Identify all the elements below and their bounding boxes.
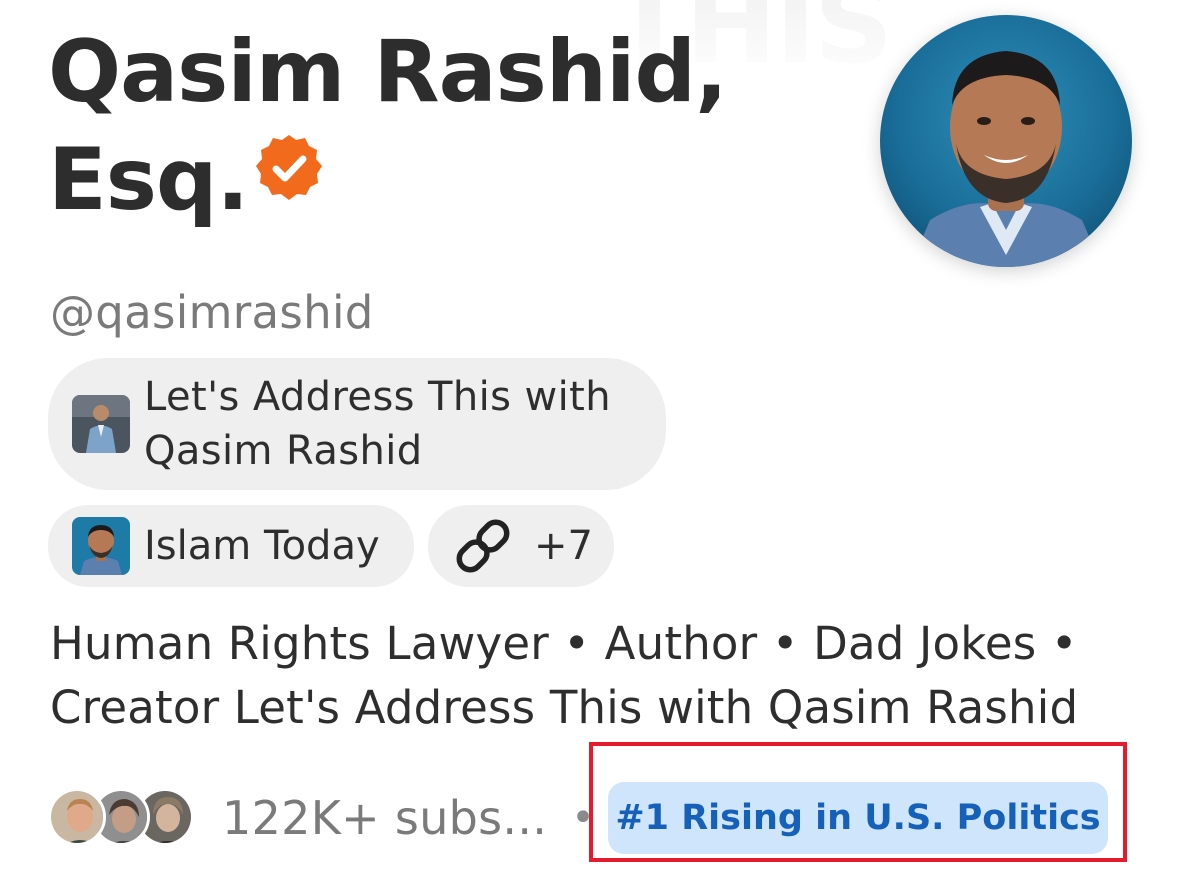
- separator-dot: •: [571, 795, 595, 841]
- subscriber-count: 122K+ subs...: [222, 791, 548, 845]
- profile-name-text: Qasim Rashid, Esq.: [48, 22, 728, 230]
- publication-pill-lets-address-this[interactable]: Let's Address This with Qasim Rashid: [48, 358, 666, 490]
- link-icon: [456, 519, 510, 573]
- rising-rank-badge[interactable]: #1 Rising in U.S. Politics: [608, 782, 1108, 854]
- links-count: +7: [534, 523, 593, 569]
- subscriber-avatar: [48, 788, 106, 846]
- profile-handle: @qasimrashid: [50, 286, 374, 339]
- subscribers-row[interactable]: 122K+ subs... •: [48, 786, 595, 850]
- publication-pill-islam-today[interactable]: Islam Today: [48, 505, 414, 587]
- publication-thumbnail: [72, 395, 130, 453]
- subscriber-avatars: [48, 786, 200, 850]
- publication-name: Let's Address This with Qasim Rashid: [144, 374, 611, 474]
- verified-check-icon: [254, 133, 324, 203]
- profile-avatar[interactable]: [880, 15, 1132, 267]
- publication-name: Islam Today: [144, 523, 380, 569]
- profile-name: Qasim Rashid, Esq.: [48, 18, 868, 234]
- profile-bio: Human Rights Lawyer • Author • Dad Jokes…: [50, 617, 1079, 734]
- publication-thumbnail: [72, 517, 130, 575]
- links-button[interactable]: +7: [428, 505, 614, 587]
